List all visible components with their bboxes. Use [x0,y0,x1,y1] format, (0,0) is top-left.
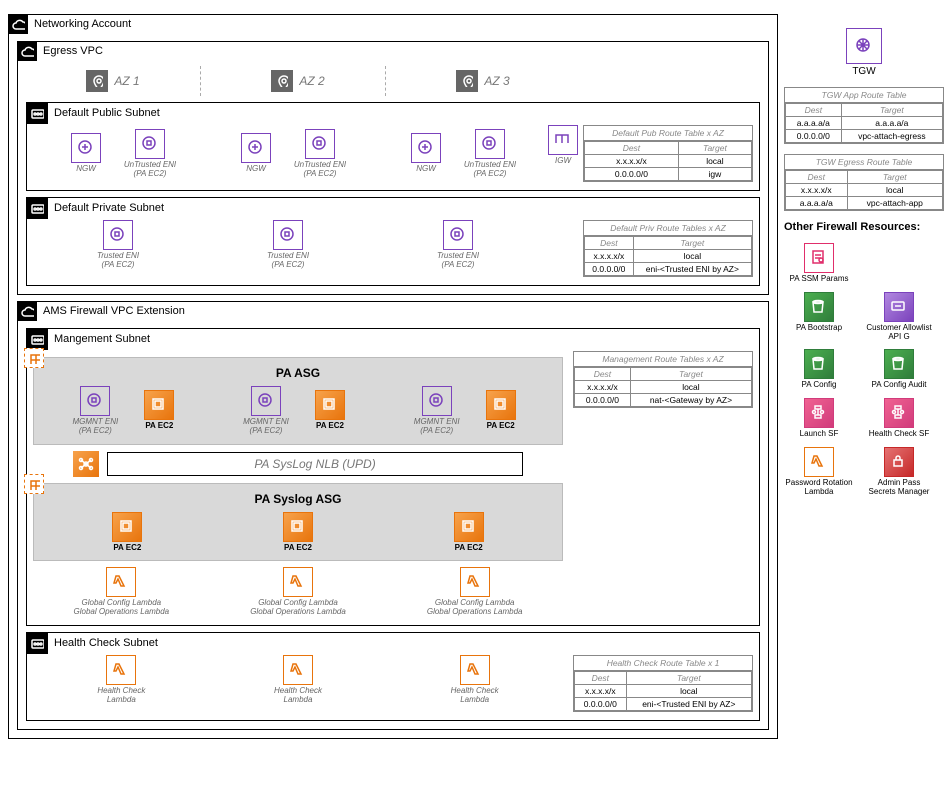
asg-icon [24,474,44,494]
az3-label: AZ 3 [484,74,509,88]
health-route-table: Health Check Route Table x 1 DestTarget … [573,655,753,712]
pa-ec2-node: PA EC2 [268,512,328,553]
tgw-egress-route-table: TGW Egress Route Table DestTarget x.x.x.… [784,154,944,211]
pa-ec2-node: PA EC2 [439,512,499,553]
global-lambda-node: Global Config LambdaGlobal Operations La… [61,567,181,617]
mgmt-route-table: Management Route Tables x AZ DestTarget … [573,351,753,408]
pa-ec2-node: PA EC2 [129,390,189,431]
untrusted-eni-node: UnTrusted ENI(PA EC2) [290,129,350,179]
ngw-node: NGW [396,133,456,174]
igw-node: IGW [543,125,583,182]
launch-sf-node: Launch SF [784,398,854,439]
public-subnet-title: Default Public Subnet [54,107,160,119]
az1-label: AZ 1 [114,74,139,88]
asg-icon [24,348,44,368]
trusted-eni-node: Trusted ENI(PA EC2) [258,220,318,270]
nlb-label: PA SysLog NLB (UPD) [107,452,523,476]
cloud-icon [17,41,37,61]
ngw-node: NGW [56,133,116,174]
cloud-icon [8,14,28,34]
pa-ec2-node: PA EC2 [300,390,360,431]
pa-ec2-node: PA EC2 [97,512,157,553]
firewall-vpc-box: AMS Firewall VPC Extension Mangement Sub… [17,301,769,730]
tgw-node: TGW [846,28,882,77]
az2-label: AZ 2 [299,74,324,88]
pa-asg-title: PA ASG [42,366,554,380]
health-lambda-node: Health Check Lambda [445,655,505,705]
other-resources-title: Other Firewall Resources: [784,221,920,233]
egress-title: Egress VPC [43,45,103,57]
health-subnet-title: Health Check Subnet [54,637,158,649]
subnet-icon [26,102,48,124]
config-audit-bucket-node: PA Config Audit [864,349,934,390]
password-lambda-node: Password Rotation Lambda [784,447,854,497]
cloud-icon [17,301,37,321]
pa-ec2-node: PA EC2 [471,390,531,431]
firewall-title: AMS Firewall VPC Extension [43,305,185,317]
az-icon [86,70,108,92]
syslog-asg-title: PA Syslog ASG [42,492,554,506]
health-subnet-box: Health Check Subnet Health Check Lambda … [26,632,760,721]
pub-route-table: Default Pub Route Table x AZ DestTarget … [583,125,753,182]
api-gateway-node: Customer Allowlist API G [864,292,934,342]
az-icon [271,70,293,92]
global-lambda-node: Global Config LambdaGlobal Operations La… [415,567,535,617]
pa-asg-band: PA ASG MGMNT ENI(PA EC2) PA EC2 MGMNT EN… [33,357,563,445]
account-title: Networking Account [34,18,131,30]
subnet-icon [26,197,48,219]
health-lambda-node: Health Check Lambda [268,655,328,705]
az-icon [456,70,478,92]
private-subnet-title: Default Private Subnet [54,202,164,214]
secrets-manager-node: Admin Pass Secrets Manager [864,447,934,497]
ssm-params-node: PA SSM Params [784,243,854,284]
untrusted-eni-node: UnTrusted ENI(PA EC2) [460,129,520,179]
public-subnet-box: Default Public Subnet NGW UnTrusted ENI(… [26,102,760,191]
mgmt-subnet-box: Mangement Subnet PA ASG MGMNT ENI(PA EC2… [26,328,760,626]
mgmt-subnet-title: Mangement Subnet [54,333,150,345]
health-lambda-node: Health Check Lambda [91,655,151,705]
mgmt-eni-node: MGMNT ENI(PA EC2) [407,386,467,436]
nlb-row: PA SysLog NLB (UPD) [73,451,523,477]
priv-route-table: Default Priv Route Tables x AZ DestTarge… [583,220,753,277]
health-sf-node: Health Check SF [864,398,934,439]
ngw-node: NGW [226,133,286,174]
config-bucket-node: PA Config [784,349,854,390]
trusted-eni-node: Trusted ENI(PA EC2) [88,220,148,270]
subnet-icon [26,632,48,654]
trusted-eni-node: Trusted ENI(PA EC2) [428,220,488,270]
nlb-icon [73,451,99,477]
untrusted-eni-node: UnTrusted ENI(PA EC2) [120,129,180,179]
private-subnet-box: Default Private Subnet Trusted ENI(PA EC… [26,197,760,286]
networking-account-box: Networking Account Egress VPC AZ 1 AZ 2 [8,14,778,739]
egress-vpc-box: Egress VPC AZ 1 AZ 2 AZ 3 [17,41,769,295]
subnet-icon [26,328,48,350]
global-lambda-node: Global Config LambdaGlobal Operations La… [238,567,358,617]
tgw-app-route-table: TGW App Route Table DestTarget a.a.a.a/a… [784,87,944,144]
syslog-asg-band: PA Syslog ASG PA EC2 PA EC2 PA EC2 [33,483,563,562]
mgmt-eni-node: MGMNT ENI(PA EC2) [65,386,125,436]
bootstrap-bucket-node: PA Bootstrap [784,292,854,342]
mgmt-eni-node: MGMNT ENI(PA EC2) [236,386,296,436]
